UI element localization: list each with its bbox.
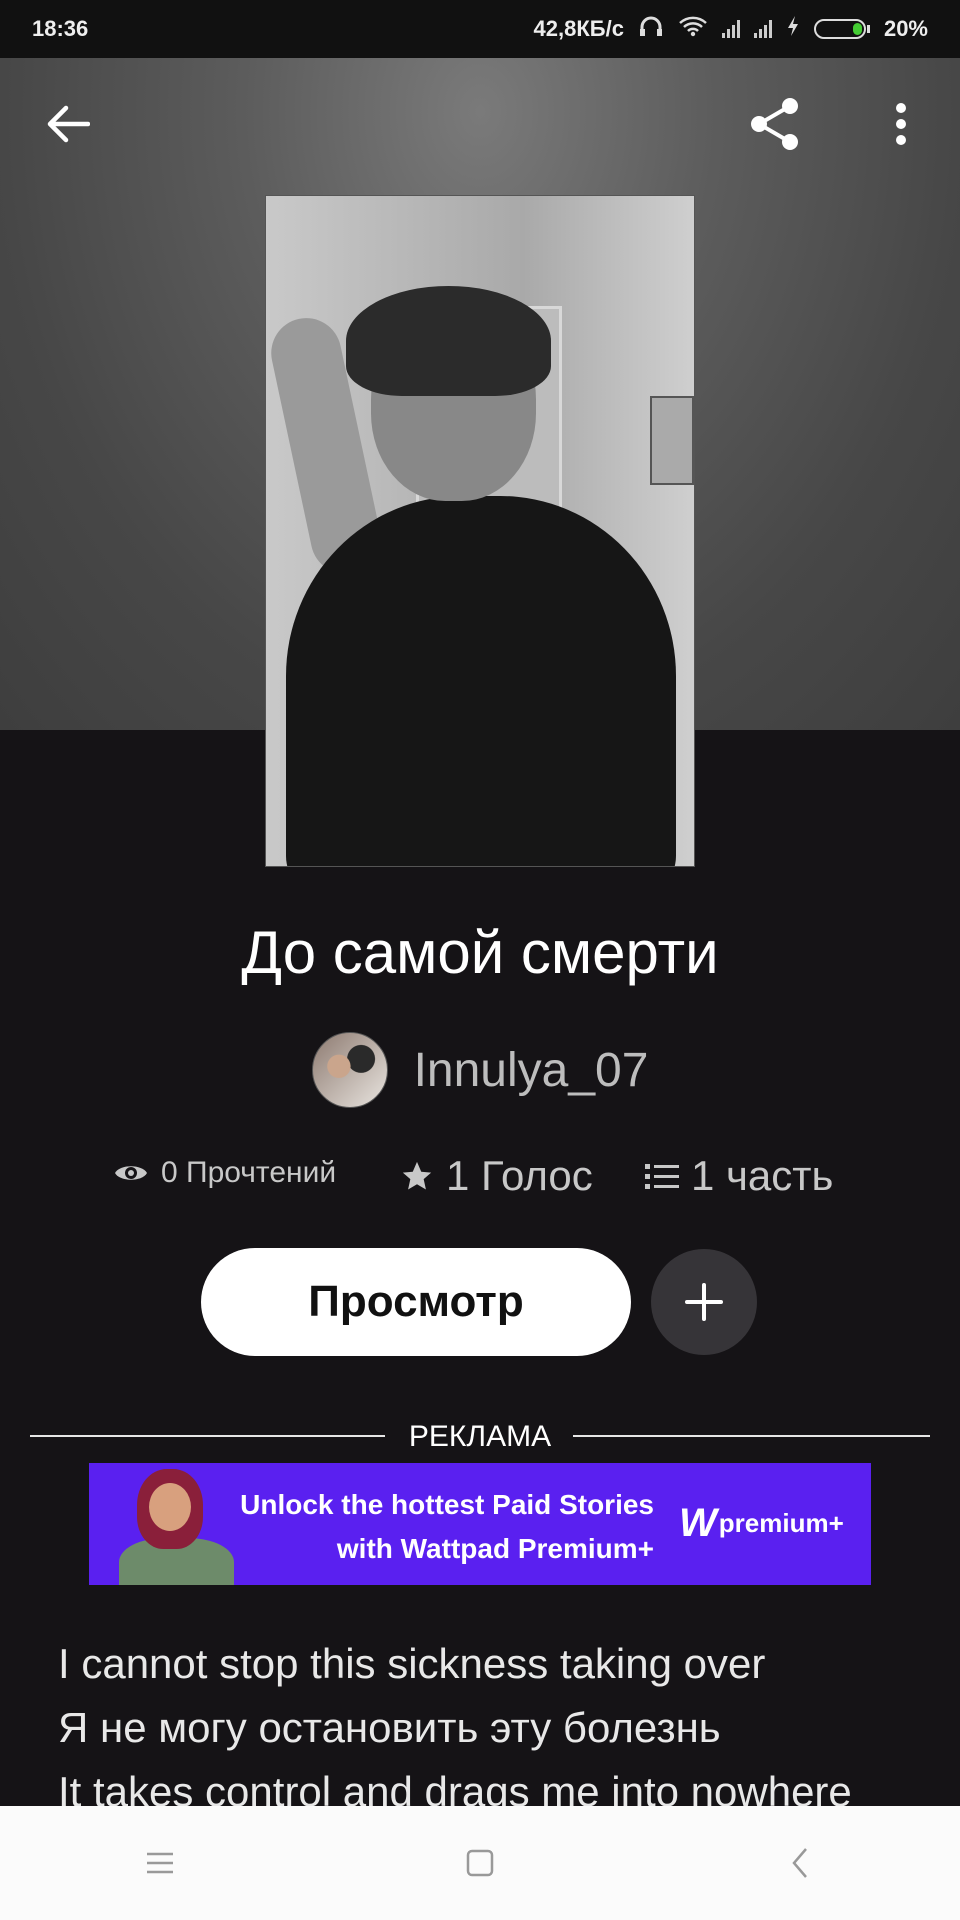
premium-brand-text: premium+ bbox=[718, 1508, 844, 1538]
share-button[interactable] bbox=[744, 94, 804, 154]
votes-stat: 1 Голос bbox=[400, 1152, 593, 1200]
parts-count: 1 часть bbox=[691, 1152, 834, 1199]
back-button[interactable] bbox=[38, 94, 98, 154]
share-icon bbox=[751, 98, 798, 150]
author-avatar[interactable] bbox=[311, 1032, 388, 1108]
network-speed: 42,8КБ/с bbox=[533, 16, 624, 41]
description-line: I cannot stop this sickness taking over bbox=[58, 1640, 766, 1687]
signal-2-icon bbox=[753, 20, 772, 38]
charging-icon bbox=[786, 15, 800, 43]
ad-banner[interactable]: Unlock the hottest Paid Stories with Wat… bbox=[89, 1463, 871, 1585]
wattpad-w-mark: W bbox=[679, 1501, 717, 1545]
signal-1-icon bbox=[721, 20, 740, 38]
ad-line-2: with Wattpad Premium+ bbox=[336, 1533, 654, 1564]
story-title: До самой смерти bbox=[241, 919, 719, 986]
reads-stat: 0 Прочтений bbox=[113, 1156, 336, 1190]
reads-count: 0 Прочтений bbox=[161, 1156, 337, 1189]
recent-apps-button[interactable] bbox=[120, 1823, 200, 1903]
menu-icon bbox=[147, 1852, 173, 1874]
system-nav-bar bbox=[0, 1806, 960, 1920]
author-name[interactable]: Innulya_07 bbox=[414, 1043, 649, 1098]
star-icon bbox=[400, 1159, 434, 1193]
battery-percent: 20% bbox=[883, 16, 928, 41]
ad-label: РЕКЛАМА bbox=[408, 1420, 552, 1453]
status-indicators: 42,8КБ/с 20% bbox=[534, 14, 928, 44]
arrow-left-icon bbox=[47, 105, 90, 143]
ad-text: Unlock the hottest Paid Stories with Wat… bbox=[214, 1483, 654, 1571]
list-icon bbox=[645, 1161, 679, 1191]
story-stats: 0 Прочтений 1 Голос 1 часть bbox=[0, 1152, 960, 1212]
status-time: 18:36 bbox=[32, 16, 89, 41]
view-story-button[interactable]: Просмотр bbox=[201, 1248, 631, 1356]
wifi-icon bbox=[678, 15, 708, 43]
plus-icon bbox=[685, 1283, 723, 1321]
more-vertical-icon bbox=[896, 103, 906, 145]
description-line: Я не могу остановить эту болезнь bbox=[58, 1704, 721, 1751]
eye-icon bbox=[113, 1161, 149, 1185]
story-description: I cannot stop this sickness taking over … bbox=[58, 1632, 938, 1824]
ad-divider: РЕКЛАМА bbox=[30, 1420, 930, 1460]
home-button[interactable] bbox=[440, 1823, 520, 1903]
more-options-button[interactable] bbox=[871, 94, 931, 154]
system-back-button[interactable] bbox=[760, 1823, 840, 1903]
status-bar: 18:36 42,8КБ/с 20% bbox=[0, 0, 960, 58]
chevron-left-icon bbox=[792, 1848, 807, 1878]
headphones-icon bbox=[638, 14, 664, 44]
parts-stat: 1 часть bbox=[645, 1152, 833, 1200]
battery-icon bbox=[813, 19, 870, 39]
divider-line-right bbox=[573, 1435, 930, 1437]
square-home-icon bbox=[466, 1849, 494, 1877]
story-cover-image[interactable] bbox=[265, 195, 695, 867]
add-to-library-button[interactable] bbox=[651, 1249, 757, 1355]
votes-count: 1 Голос bbox=[446, 1152, 593, 1199]
wattpad-premium-logo: W premium+ bbox=[679, 1501, 844, 1546]
author-link[interactable]: Innulya_07 bbox=[0, 1032, 960, 1108]
ad-line-1: Unlock the hottest Paid Stories bbox=[240, 1489, 654, 1520]
